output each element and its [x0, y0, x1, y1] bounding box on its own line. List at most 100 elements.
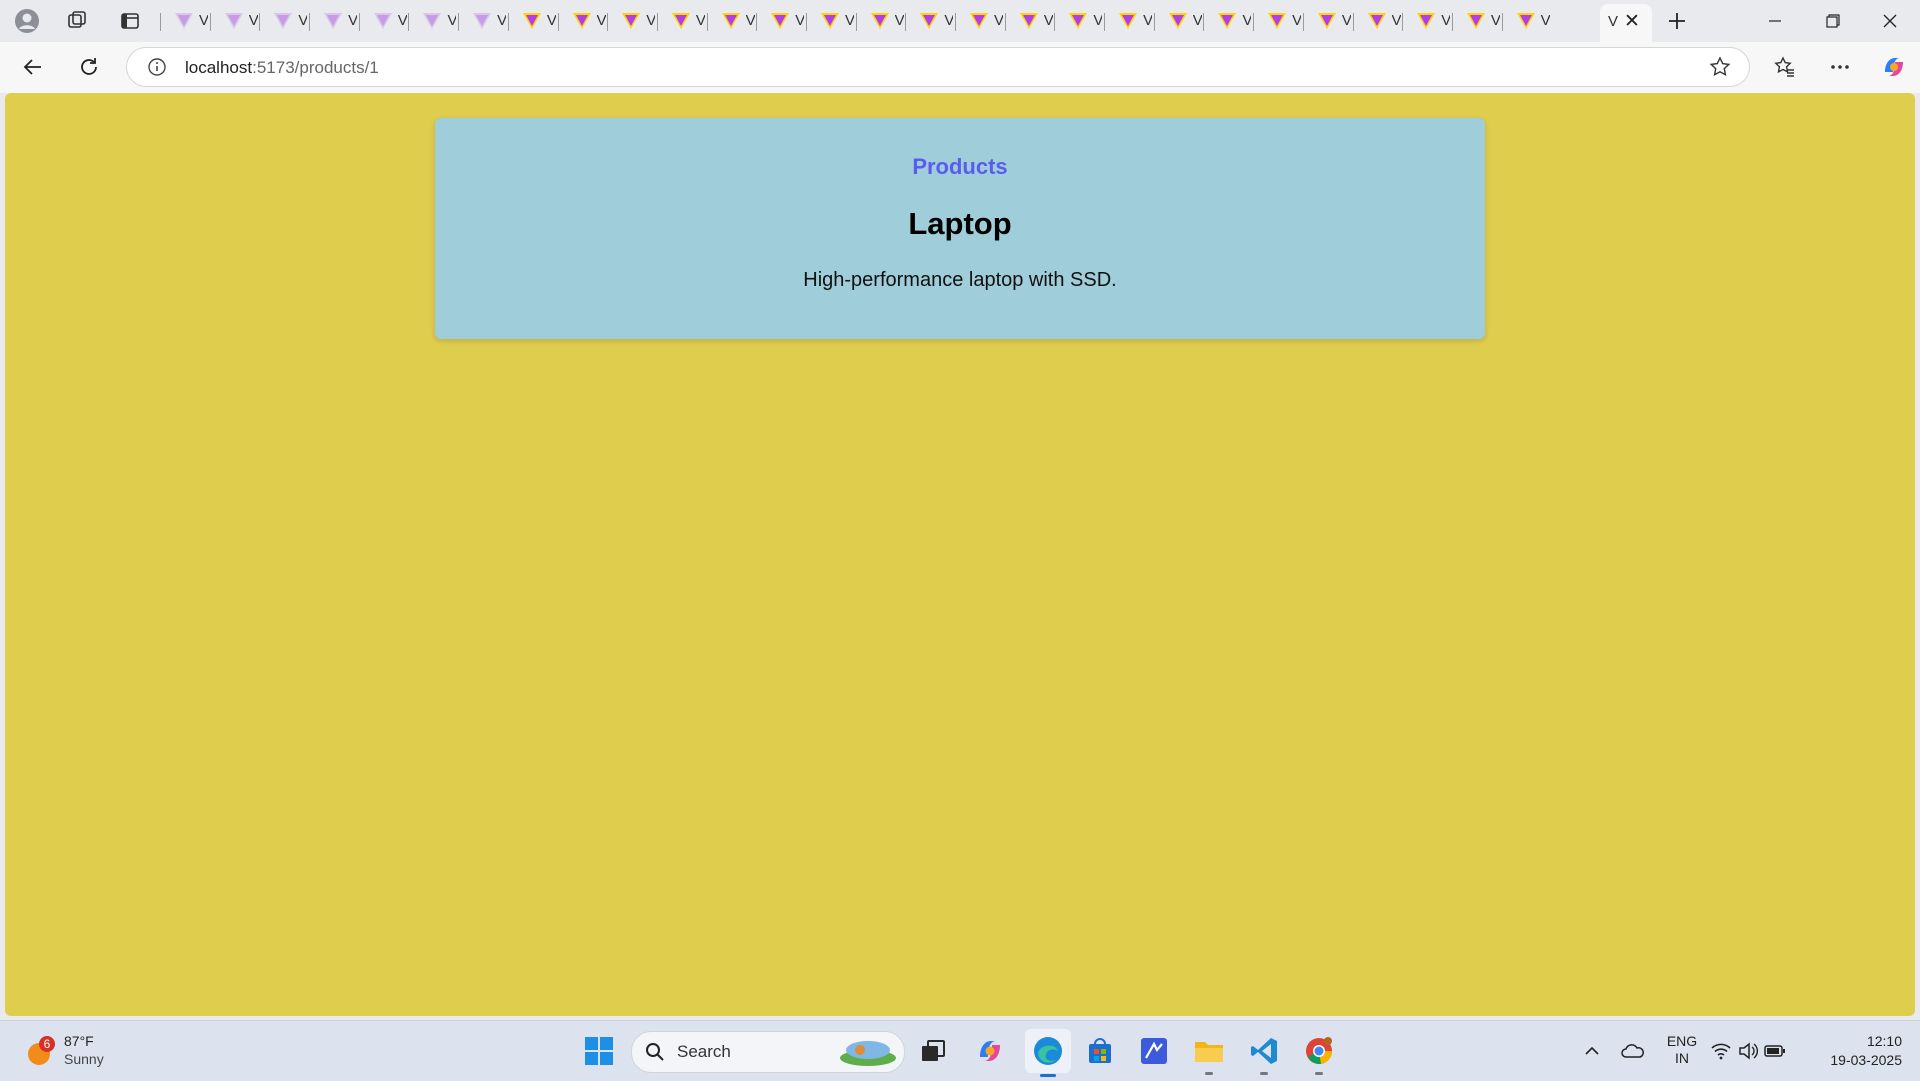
browser-tab[interactable]: V — [1104, 6, 1154, 36]
tab-separator — [209, 13, 211, 31]
windows-start-icon[interactable] — [579, 1031, 619, 1071]
browser-tab[interactable]: V — [1054, 6, 1104, 36]
browser-tab[interactable]: V — [855, 6, 906, 36]
folder-icon[interactable] — [1189, 1031, 1229, 1075]
tab-title: V — [1341, 12, 1351, 29]
editor-icon[interactable] — [1134, 1031, 1174, 1071]
tab-title: V — [447, 12, 457, 29]
browser-tab[interactable]: V — [1451, 6, 1502, 36]
browser-tab[interactable]: V — [1302, 6, 1353, 36]
running-app-indicator — [1205, 1072, 1213, 1075]
browser-tab[interactable]: V — [309, 6, 359, 36]
favorite-star-icon[interactable] — [1709, 56, 1731, 83]
browser-tab[interactable]: V — [805, 6, 856, 36]
browser-tab[interactable]: V — [955, 6, 1005, 36]
copilot-taskbar-icon[interactable] — [970, 1031, 1010, 1071]
tab-separator — [358, 13, 360, 31]
tab-actions-icon[interactable] — [115, 6, 145, 36]
tab-separator — [1501, 13, 1503, 31]
tab-title: V — [844, 12, 854, 29]
tab-separator — [1153, 13, 1155, 31]
show-hidden-icons-icon[interactable] — [1572, 1031, 1612, 1071]
browser-tab[interactable]: V — [1004, 6, 1055, 36]
tab-title: V — [745, 12, 755, 29]
browser-tab[interactable]: V — [557, 6, 608, 36]
browser-tab[interactable]: V — [507, 6, 558, 36]
edge-icon[interactable] — [1025, 1029, 1071, 1077]
browser-tab[interactable]: V — [1203, 6, 1253, 36]
minimize-icon[interactable] — [1752, 0, 1798, 42]
more-options-icon[interactable] — [1825, 52, 1855, 82]
volume-icon — [1739, 1042, 1758, 1060]
search-highlight-icon — [840, 1041, 896, 1066]
store-icon[interactable] — [1080, 1031, 1120, 1071]
address-bar[interactable]: localhost:5173/products/1 — [126, 47, 1750, 87]
url-text: localhost:5173/products/1 — [185, 58, 379, 78]
browser-tab[interactable]: V — [1153, 6, 1204, 36]
weather-badge: 6 — [39, 1036, 55, 1052]
browser-tab[interactable]: V — [259, 6, 309, 36]
copilot-icon[interactable] — [1879, 52, 1909, 82]
close-window-icon[interactable] — [1867, 0, 1913, 42]
onedrive-icon[interactable] — [1613, 1031, 1653, 1071]
browser-tab[interactable]: V — [160, 6, 210, 36]
vite-favicon-icon — [572, 13, 591, 29]
browser-tab[interactable]: V — [706, 6, 757, 36]
browser-tab[interactable]: V — [1253, 6, 1303, 36]
tab-title: V — [1292, 12, 1302, 29]
vite-favicon-icon — [423, 13, 442, 29]
running-app-indicator — [1315, 1072, 1323, 1075]
vite-favicon-icon — [1268, 13, 1287, 29]
browser-tab[interactable]: V — [905, 6, 955, 36]
wifi-icon — [1711, 1043, 1731, 1060]
tab-separator — [607, 13, 609, 31]
vscode-icon[interactable] — [1244, 1031, 1284, 1075]
active-tab[interactable]: V ✕ — [1600, 4, 1652, 42]
new-tab-icon[interactable] — [1662, 6, 1692, 36]
profile-icon[interactable] — [12, 6, 42, 36]
back-icon[interactable] — [18, 52, 48, 82]
close-tab-icon[interactable]: ✕ — [1624, 10, 1640, 33]
vite-favicon-icon — [175, 13, 193, 29]
browser-tab[interactable]: V — [358, 6, 409, 36]
language-indicator[interactable]: ENG IN — [1664, 1033, 1700, 1067]
taskbar-search[interactable]: Search — [631, 1031, 905, 1073]
weather-widget[interactable]: 6 87°F Sunny — [24, 1031, 124, 1071]
products-link[interactable]: Products — [435, 154, 1485, 180]
tab-title: V — [695, 12, 705, 29]
tab-separator — [408, 13, 410, 31]
vite-favicon-icon — [473, 13, 492, 29]
task-view-icon[interactable] — [913, 1031, 953, 1071]
browser-tab[interactable]: V — [756, 6, 806, 36]
tab-separator — [507, 13, 509, 31]
favorites-icon[interactable] — [1770, 52, 1800, 82]
browser-tab[interactable]: V — [607, 6, 657, 36]
page-viewport: Products Laptop High-performance laptop … — [5, 93, 1915, 1016]
browser-tab[interactable]: V — [209, 6, 260, 36]
workspaces-icon[interactable] — [62, 6, 92, 36]
restore-icon[interactable] — [1810, 0, 1856, 42]
browser-tab[interactable]: V — [1402, 6, 1452, 36]
browser-tab[interactable]: V — [1352, 6, 1403, 36]
tab-separator — [905, 13, 907, 31]
tab-separator — [259, 13, 261, 31]
tab-separator — [557, 13, 559, 31]
chrome-icon[interactable] — [1299, 1031, 1339, 1075]
system-tray[interactable] — [1708, 1031, 1788, 1071]
vite-favicon-icon — [771, 13, 790, 29]
weather-condition: Sunny — [64, 1051, 104, 1067]
vite-favicon-icon — [970, 13, 988, 29]
browser-tab[interactable]: V — [656, 6, 707, 36]
tab-separator — [1203, 13, 1205, 31]
tab-title: V — [397, 12, 407, 29]
tab-strip: V V V V V V V V V V V V V V V V V V V V V V V V V V V V V ✕ — [0, 0, 1920, 42]
tab-list: VVVVVVVVVVVVVVVVVVVVVVVVVVVV — [160, 6, 1600, 36]
browser-tab[interactable]: V — [1501, 6, 1552, 36]
product-description: High-performance laptop with SSD. — [803, 269, 1117, 291]
browser-tab[interactable]: V — [408, 6, 458, 36]
clock[interactable]: 12:10 19-03-2025 — [1806, 1032, 1902, 1070]
site-info-icon[interactable] — [147, 57, 167, 82]
refresh-icon[interactable] — [74, 52, 104, 82]
tab-separator — [955, 13, 956, 31]
browser-tab[interactable]: V — [458, 6, 508, 36]
